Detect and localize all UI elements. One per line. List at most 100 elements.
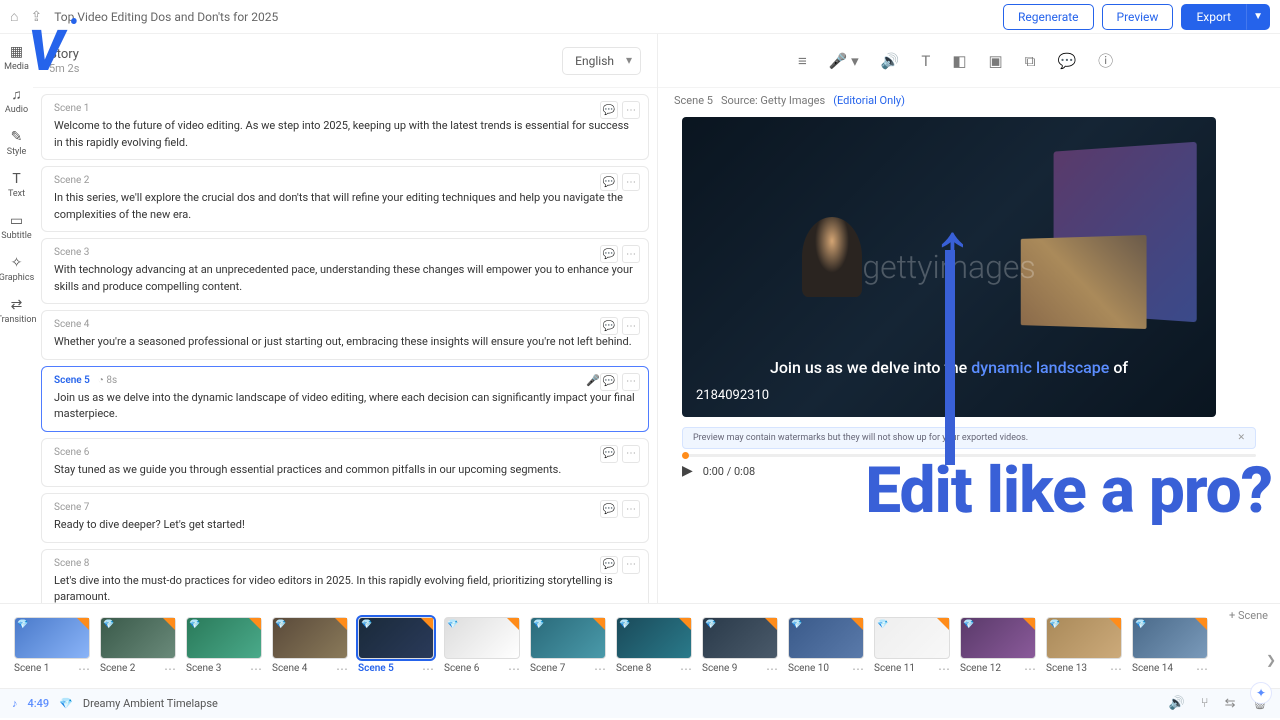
thumb-more-icon[interactable]: ⋯ <box>938 662 950 676</box>
thumb-image[interactable] <box>788 617 864 659</box>
scene-text[interactable]: In this series, we'll explore the crucia… <box>54 190 636 223</box>
thumb-more-icon[interactable]: ⋯ <box>78 662 90 676</box>
timeline-thumb[interactable]: Scene 1⋯ <box>14 617 90 676</box>
scene-text[interactable]: Ready to dive deeper? Let's get started! <box>54 517 636 534</box>
scene-card[interactable]: Scene 8Let's dive into the must-do pract… <box>41 549 649 604</box>
scene-more-icon[interactable]: ⋯ <box>622 556 640 574</box>
scene-more-icon[interactable]: ⋯ <box>622 445 640 463</box>
language-select[interactable]: English <box>562 47 641 75</box>
scene-comment-icon[interactable]: 💬 <box>600 445 618 463</box>
regenerate-button[interactable]: Regenerate <box>1003 4 1094 30</box>
thumb-image[interactable] <box>702 617 778 659</box>
scene-more-icon[interactable]: ⋯ <box>622 500 640 518</box>
scene-card[interactable]: Scene 6Stay tuned as we guide you throug… <box>41 438 649 488</box>
sidebar-item-transition[interactable]: ⇄Transition <box>0 293 36 329</box>
scene-comment-icon[interactable]: 💬 <box>600 101 618 119</box>
timeline-thumb[interactable]: Scene 10⋯ <box>788 617 864 676</box>
add-scene-button[interactable]: + Scene <box>1229 609 1268 622</box>
thumb-image[interactable] <box>874 617 950 659</box>
play-icon[interactable]: ▶ <box>682 463 693 479</box>
thumb-image[interactable] <box>272 617 348 659</box>
thumb-more-icon[interactable]: ⋯ <box>250 662 262 676</box>
adjust-icon[interactable]: ◧ <box>952 52 966 70</box>
preview-button[interactable]: Preview <box>1102 4 1174 30</box>
sidebar-item-audio[interactable]: ♫Audio <box>5 82 28 119</box>
sidebar-item-style[interactable]: ✎Style <box>7 125 27 161</box>
scene-more-icon[interactable]: ⋯ <box>622 101 640 119</box>
thumb-more-icon[interactable]: ⋯ <box>680 662 692 676</box>
timeline-thumb[interactable]: Scene 14⋯ <box>1132 617 1208 676</box>
thumb-image[interactable] <box>1046 617 1122 659</box>
branch-icon[interactable]: ⑂ <box>1201 696 1209 711</box>
mic-icon[interactable]: 🎤 ▾ <box>829 52 859 70</box>
scene-card[interactable]: Scene 5◔ 8sJoin us as we delve into the … <box>41 366 649 432</box>
comment-icon[interactable]: 💬 <box>1057 52 1076 70</box>
scene-comment-icon[interactable]: 💬 <box>600 556 618 574</box>
thumb-image[interactable] <box>530 617 606 659</box>
scene-more-icon[interactable]: ⋯ <box>622 317 640 335</box>
close-notice-icon[interactable]: ✕ <box>1237 433 1245 443</box>
timeline-thumb[interactable]: Scene 7⋯ <box>530 617 606 676</box>
mic-icon[interactable]: 🎤 <box>586 374 600 387</box>
thumb-more-icon[interactable]: ⋯ <box>594 662 606 676</box>
timeline-scroll-right[interactable]: ❯ <box>1266 653 1276 667</box>
volume-icon[interactable]: 🔊 <box>881 52 900 70</box>
scene-text[interactable]: Join us as we delve into the dynamic lan… <box>54 390 636 423</box>
thumb-image[interactable] <box>960 617 1036 659</box>
scene-comment-icon[interactable]: 💬 <box>600 317 618 335</box>
thumb-more-icon[interactable]: ⋯ <box>422 662 434 676</box>
thumb-more-icon[interactable]: ⋯ <box>1024 662 1036 676</box>
thumb-more-icon[interactable]: ⋯ <box>508 662 520 676</box>
aspect-icon[interactable]: ⧉ <box>1025 52 1036 70</box>
thumb-image[interactable] <box>186 617 262 659</box>
scene-text[interactable]: Let's dive into the must-do practices fo… <box>54 573 636 604</box>
scene-card[interactable]: Scene 2In this series, we'll explore the… <box>41 166 649 232</box>
timeline-thumb[interactable]: Scene 12⋯ <box>960 617 1036 676</box>
scene-text[interactable]: With technology advancing at an unpreced… <box>54 262 636 295</box>
sidebar-item-subtitle[interactable]: ▭Subtitle <box>1 209 31 245</box>
thumb-image[interactable] <box>358 617 434 659</box>
timeline-thumb[interactable]: Scene 4⋯ <box>272 617 348 676</box>
scene-comment-icon[interactable]: 💬 <box>600 373 618 391</box>
scene-comment-icon[interactable]: 💬 <box>600 500 618 518</box>
timeline-thumb[interactable]: Scene 5⋯ <box>358 617 434 676</box>
export-dropdown[interactable]: ▼ <box>1246 4 1270 30</box>
timeline-thumb[interactable]: Scene 8⋯ <box>616 617 692 676</box>
timeline-thumb[interactable]: Scene 11⋯ <box>874 617 950 676</box>
thumb-more-icon[interactable]: ⋯ <box>852 662 864 676</box>
scene-more-icon[interactable]: ⋯ <box>622 173 640 191</box>
sidebar-item-text[interactable]: TText <box>8 167 25 203</box>
thumb-image[interactable] <box>616 617 692 659</box>
thumb-more-icon[interactable]: ⋯ <box>1110 662 1122 676</box>
crop-icon[interactable]: ▣ <box>989 52 1003 70</box>
scene-text[interactable]: Welcome to the future of video editing. … <box>54 118 636 151</box>
info-icon[interactable]: ⓘ <box>1098 50 1113 71</box>
scene-text[interactable]: Whether you're a seasoned professional o… <box>54 334 636 351</box>
editorial-badge[interactable]: (Editorial Only) <box>833 94 905 107</box>
thumb-image[interactable] <box>14 617 90 659</box>
thumb-image[interactable] <box>100 617 176 659</box>
timeline-thumb[interactable]: Scene 6⋯ <box>444 617 520 676</box>
sidebar-item-graphics[interactable]: ✧Graphics <box>0 251 34 287</box>
scene-comment-icon[interactable]: 💬 <box>600 245 618 263</box>
music-icon[interactable]: ♪ <box>12 697 18 710</box>
timeline-thumb[interactable]: Scene 9⋯ <box>702 617 778 676</box>
timeline-thumb[interactable]: Scene 2⋯ <box>100 617 176 676</box>
scene-more-icon[interactable]: ⋯ <box>622 373 640 391</box>
assistant-badge[interactable]: ✦ <box>1250 682 1272 704</box>
scene-card[interactable]: Scene 3With technology advancing at an u… <box>41 238 649 304</box>
scene-card[interactable]: Scene 4Whether you're a seasoned profess… <box>41 310 649 360</box>
audio-icon[interactable]: 🔊 <box>1169 696 1185 711</box>
scene-card[interactable]: Scene 7Ready to dive deeper? Let's get s… <box>41 493 649 543</box>
scene-text[interactable]: Stay tuned as we guide you through essen… <box>54 462 636 479</box>
export-button[interactable]: Export <box>1181 4 1246 30</box>
thumb-more-icon[interactable]: ⋯ <box>1196 662 1208 676</box>
timeline-thumb[interactable]: Scene 13⋯ <box>1046 617 1122 676</box>
scene-comment-icon[interactable]: 💬 <box>600 173 618 191</box>
home-icon[interactable]: ⌂ <box>10 8 18 25</box>
thumb-more-icon[interactable]: ⋯ <box>164 662 176 676</box>
replace-icon[interactable]: ⇆ <box>1225 696 1236 711</box>
thumb-more-icon[interactable]: ⋯ <box>336 662 348 676</box>
scene-card[interactable]: Scene 1Welcome to the future of video ed… <box>41 94 649 160</box>
thumb-more-icon[interactable]: ⋯ <box>766 662 778 676</box>
